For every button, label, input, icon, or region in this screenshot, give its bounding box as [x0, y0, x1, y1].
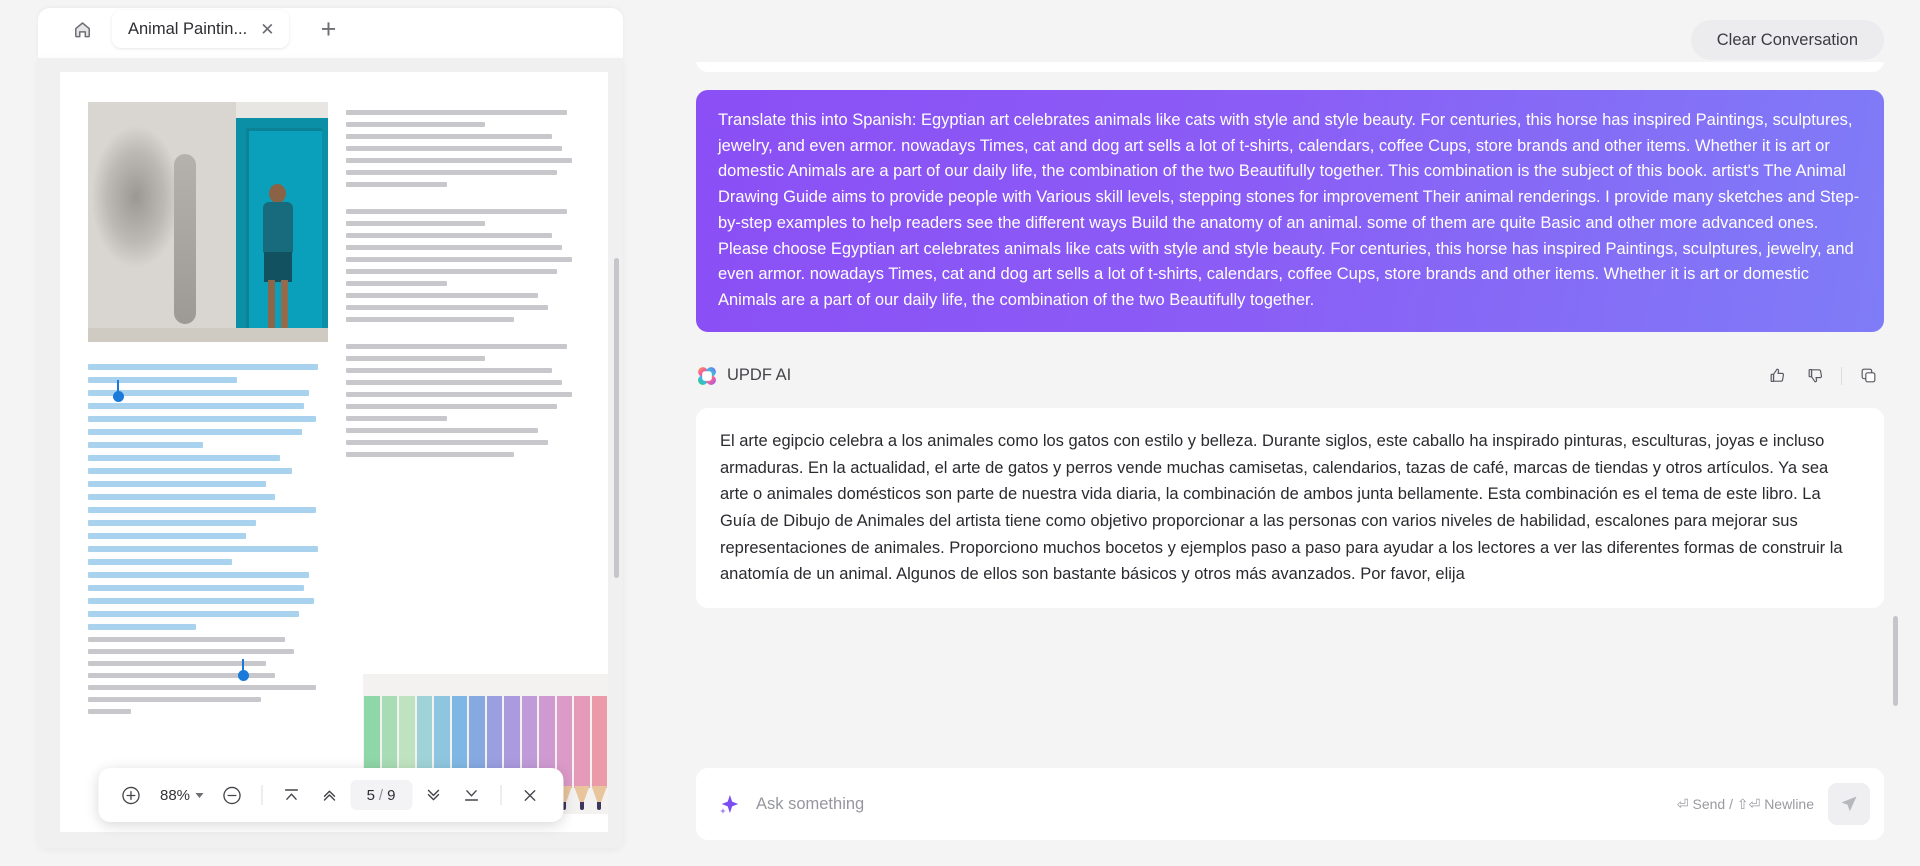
updf-ai-clover-icon	[698, 366, 716, 385]
thumbs-down-button[interactable]	[1799, 360, 1831, 392]
document-scrollbar[interactable]	[614, 258, 619, 578]
tab-close-button[interactable]: ✕	[257, 19, 277, 40]
current-page-value: 5	[366, 786, 375, 804]
pdf-selected-text-block	[88, 364, 328, 630]
selection-handle-start[interactable]	[113, 380, 124, 402]
tab-title: Animal Paintin...	[128, 19, 248, 38]
tab-animal-painting[interactable]: Animal Paintin... ✕	[112, 10, 290, 48]
assistant-actions	[1761, 360, 1884, 392]
user-message-bubble: Translate this into Spanish: Egyptian ar…	[696, 90, 1884, 332]
send-hint: ⏎ Send / ⇧⏎ Newline	[1676, 795, 1814, 812]
pdf-viewer-pane: Animal Paintin... ✕ + 88% 5 / 9	[0, 0, 660, 866]
assistant-message-bubble: El arte egipcio celebra a los animales c…	[696, 407, 1884, 609]
selection-handle-end[interactable]	[238, 659, 249, 681]
first-page-icon	[284, 789, 298, 800]
zoom-out-button[interactable]	[215, 778, 249, 812]
elephant-doorway-image	[88, 102, 328, 342]
tab-bar: Animal Paintin... ✕ +	[0, 0, 660, 58]
assistant-header: UPDF AI	[696, 360, 1884, 392]
person-figure	[256, 184, 300, 342]
pdf-right-column	[346, 102, 586, 721]
chevron-up-icon	[323, 790, 335, 801]
new-tab-button[interactable]: +	[311, 12, 345, 46]
ai-chat-pane: Clear Conversation Translate this into S…	[660, 0, 1920, 866]
send-button[interactable]	[1828, 783, 1870, 825]
minus-circle-icon	[223, 786, 241, 804]
pdf-page[interactable]	[60, 72, 608, 832]
chevron-down-icon	[195, 792, 204, 798]
clear-conversation-button[interactable]: Clear Conversation	[1690, 20, 1884, 60]
home-icon	[74, 21, 90, 37]
document-canvas[interactable]	[38, 58, 623, 848]
page-separator: /	[378, 786, 384, 804]
ask-something-input[interactable]	[756, 794, 1677, 814]
page-number-input[interactable]: 5 / 9	[350, 780, 413, 810]
pdf-plain-text-block	[88, 637, 328, 714]
thumbs-down-icon	[1808, 369, 1822, 383]
total-pages-value: 9	[387, 786, 396, 804]
chevron-down-icon	[427, 789, 439, 801]
previous-message-card[interactable]	[696, 62, 1884, 72]
first-page-button[interactable]	[274, 778, 308, 812]
copy-button[interactable]	[1852, 360, 1884, 392]
toolbar-divider	[261, 785, 263, 805]
plus-circle-icon	[122, 786, 140, 804]
next-page-button[interactable]	[416, 778, 450, 812]
send-icon	[1841, 796, 1857, 812]
chat-message-list: Translate this into Spanish: Egyptian ar…	[696, 62, 1884, 750]
zoom-level-value: 88%	[159, 786, 191, 804]
document-shell: 88% 5 / 9	[38, 58, 623, 848]
close-toolbar-button[interactable]	[513, 778, 547, 812]
chat-scrollbar[interactable]	[1893, 616, 1898, 706]
close-icon	[524, 789, 536, 801]
last-page-icon	[464, 790, 478, 801]
zoom-level-dropdown[interactable]: 88%	[152, 780, 211, 810]
sparkle-icon	[720, 794, 739, 814]
last-page-button[interactable]	[454, 778, 488, 812]
toolbar-divider-2	[500, 785, 502, 805]
actions-divider	[1841, 366, 1842, 385]
thumbs-up-button[interactable]	[1761, 360, 1793, 392]
pdf-toolbar: 88% 5 / 9	[97, 768, 564, 822]
pdf-left-column	[88, 102, 328, 721]
copy-icon	[1861, 368, 1875, 383]
home-button[interactable]	[66, 13, 98, 45]
zoom-in-button[interactable]	[114, 778, 148, 812]
previous-page-button[interactable]	[312, 778, 346, 812]
assistant-name: UPDF AI	[727, 366, 792, 385]
message-composer: ⏎ Send / ⇧⏎ Newline	[696, 768, 1884, 840]
thumbs-up-icon	[1770, 368, 1784, 383]
